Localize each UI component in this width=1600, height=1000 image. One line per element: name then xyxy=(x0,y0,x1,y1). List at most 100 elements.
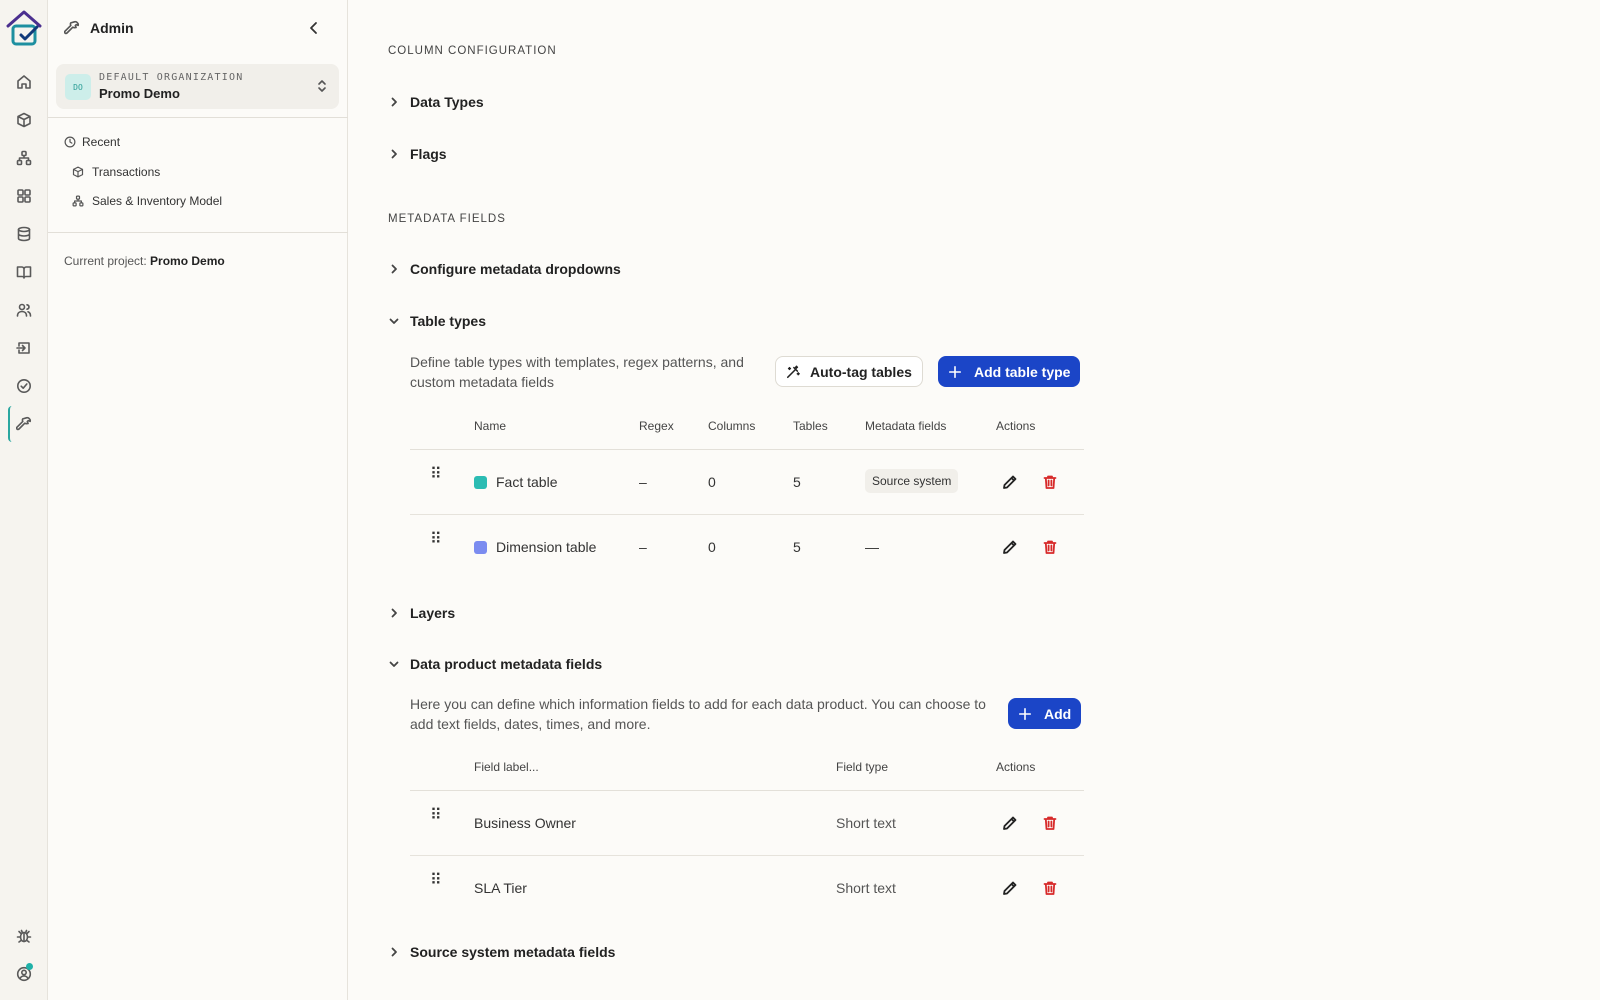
auto-tag-tables-button[interactable]: Auto-tag tables xyxy=(775,356,923,387)
chevron-right-icon xyxy=(391,947,397,957)
sidebar-header: Admin xyxy=(48,0,348,56)
icon-rail xyxy=(0,0,48,1000)
notification-dot xyxy=(26,963,33,970)
column-header-tables: Tables xyxy=(793,419,828,433)
hierarchy-icon xyxy=(72,195,84,207)
admin-sidebar: Admin DO DEFAULT ORGANIZATION Promo Demo… xyxy=(48,0,348,1000)
accordion-flags[interactable]: Flags xyxy=(388,146,447,162)
organization-switcher[interactable]: DO DEFAULT ORGANIZATION Promo Demo xyxy=(56,64,339,109)
column-header-regex: Regex xyxy=(639,419,674,433)
recent-item-transactions[interactable]: Transactions xyxy=(72,165,160,179)
table-row: ⠿ SLA Tier Short text xyxy=(410,856,1084,921)
column-header-actions: Actions xyxy=(996,419,1036,433)
field-label-cell: SLA Tier xyxy=(474,880,527,896)
drag-handle-icon[interactable]: ⠿ xyxy=(430,808,442,824)
database-icon[interactable] xyxy=(12,222,36,246)
book-icon[interactable] xyxy=(12,260,36,284)
add-field-button[interactable]: Add xyxy=(1008,698,1082,729)
accordion-title: Data product metadata fields xyxy=(410,656,603,672)
chevron-up-down-icon xyxy=(314,78,330,94)
org-label: DEFAULT ORGANIZATION xyxy=(99,72,244,83)
recent-item-sales-inventory-model[interactable]: Sales & Inventory Model xyxy=(72,194,222,208)
chevron-down-icon xyxy=(389,318,399,324)
table-types-table: Name Regex Columns Tables Metadata field… xyxy=(410,406,1084,580)
edit-icon[interactable] xyxy=(1000,537,1020,557)
columns-cell: 0 xyxy=(708,474,716,490)
metadata-tag: Source system xyxy=(865,469,959,493)
drag-handle-icon[interactable]: ⠿ xyxy=(430,873,442,889)
table-header: Field label... Field type Actions xyxy=(410,747,1084,791)
table-type-name: Dimension table xyxy=(474,539,596,555)
main-content: COLUMN CONFIGURATION Data Types Flags ME… xyxy=(348,0,1600,1000)
regex-cell: – xyxy=(639,474,647,490)
wrench-icon[interactable] xyxy=(12,412,36,436)
accordion-table-types[interactable]: Table types xyxy=(388,313,486,329)
metadata-cell: — xyxy=(865,539,879,555)
color-swatch xyxy=(474,476,487,489)
field-label-cell: Business Owner xyxy=(474,815,576,831)
columns-cell: 0 xyxy=(708,539,716,555)
accordion-configure-metadata-dropdowns[interactable]: Configure metadata dropdowns xyxy=(388,261,621,277)
chevron-right-icon xyxy=(391,149,397,159)
accordion-title: Configure metadata dropdowns xyxy=(410,261,621,277)
hierarchy-icon[interactable] xyxy=(12,146,36,170)
recent-item-label: Sales & Inventory Model xyxy=(92,194,223,208)
accordion-data-product-metadata-fields[interactable]: Data product metadata fields xyxy=(388,656,602,672)
add-table-type-button[interactable]: Add table type xyxy=(938,356,1081,387)
edit-icon[interactable] xyxy=(1000,878,1020,898)
divider xyxy=(48,232,348,233)
wrench-icon xyxy=(64,20,80,36)
recent-header: Recent xyxy=(64,135,120,149)
cube-icon[interactable] xyxy=(12,108,36,132)
delete-icon[interactable] xyxy=(1040,813,1060,833)
data-product-fields-table: Field label... Field type Actions ⠿ Busi… xyxy=(410,747,1084,921)
chevron-right-icon xyxy=(391,97,397,107)
tables-cell: 5 xyxy=(793,474,801,490)
org-avatar: DO xyxy=(65,74,91,100)
drag-handle-icon[interactable]: ⠿ xyxy=(430,532,442,548)
delete-icon[interactable] xyxy=(1040,878,1060,898)
accordion-data-types[interactable]: Data Types xyxy=(388,94,484,110)
data-product-fields-description: Here you can define which information fi… xyxy=(410,696,986,732)
accordion-title: Flags xyxy=(410,146,447,162)
column-header-field-label: Field label... xyxy=(474,760,539,774)
check-circle-icon[interactable] xyxy=(12,374,36,398)
column-header-field-type: Field type xyxy=(836,760,889,774)
plus-icon xyxy=(948,365,962,378)
column-header-name: Name xyxy=(474,419,507,433)
org-name: Promo Demo xyxy=(99,86,180,101)
color-swatch xyxy=(474,541,487,554)
accordion-source-system-metadata-fields[interactable]: Source system metadata fields xyxy=(388,944,615,960)
delete-icon[interactable] xyxy=(1040,472,1060,492)
users-icon[interactable] xyxy=(12,298,36,322)
accordion-layers[interactable]: Layers xyxy=(388,605,455,621)
divider xyxy=(48,117,348,118)
tables-cell: 5 xyxy=(793,539,801,555)
table-row: ⠿ Fact table – 0 5 Source system xyxy=(410,450,1084,515)
table-type-name-text: Dimension table xyxy=(496,539,597,555)
bug-icon[interactable] xyxy=(12,924,36,948)
add-table-type-label: Add table type xyxy=(974,363,1071,380)
magic-wand-icon xyxy=(786,365,800,378)
delete-icon[interactable] xyxy=(1040,537,1060,557)
app-logo-icon[interactable] xyxy=(4,8,44,48)
grid-icon[interactable] xyxy=(12,184,36,208)
column-header-columns: Columns xyxy=(708,419,756,433)
cube-icon xyxy=(72,166,84,178)
accordion-title: Data Types xyxy=(410,94,484,110)
regex-cell: – xyxy=(639,539,647,555)
collapse-sidebar-icon[interactable] xyxy=(306,20,322,36)
import-icon[interactable] xyxy=(12,336,36,360)
recent-label: Recent xyxy=(82,135,121,149)
table-header: Name Regex Columns Tables Metadata field… xyxy=(410,406,1084,450)
current-project-name: Promo Demo xyxy=(150,254,225,268)
current-project-label: Current project: xyxy=(64,254,147,268)
field-type-cell: Short text xyxy=(836,815,896,831)
chevron-right-icon xyxy=(391,264,397,274)
edit-icon[interactable] xyxy=(1000,472,1020,492)
recent-item-label: Transactions xyxy=(92,165,161,179)
edit-icon[interactable] xyxy=(1000,813,1020,833)
home-icon[interactable] xyxy=(12,70,36,94)
field-type-cell: Short text xyxy=(836,880,896,896)
drag-handle-icon[interactable]: ⠿ xyxy=(430,467,442,483)
